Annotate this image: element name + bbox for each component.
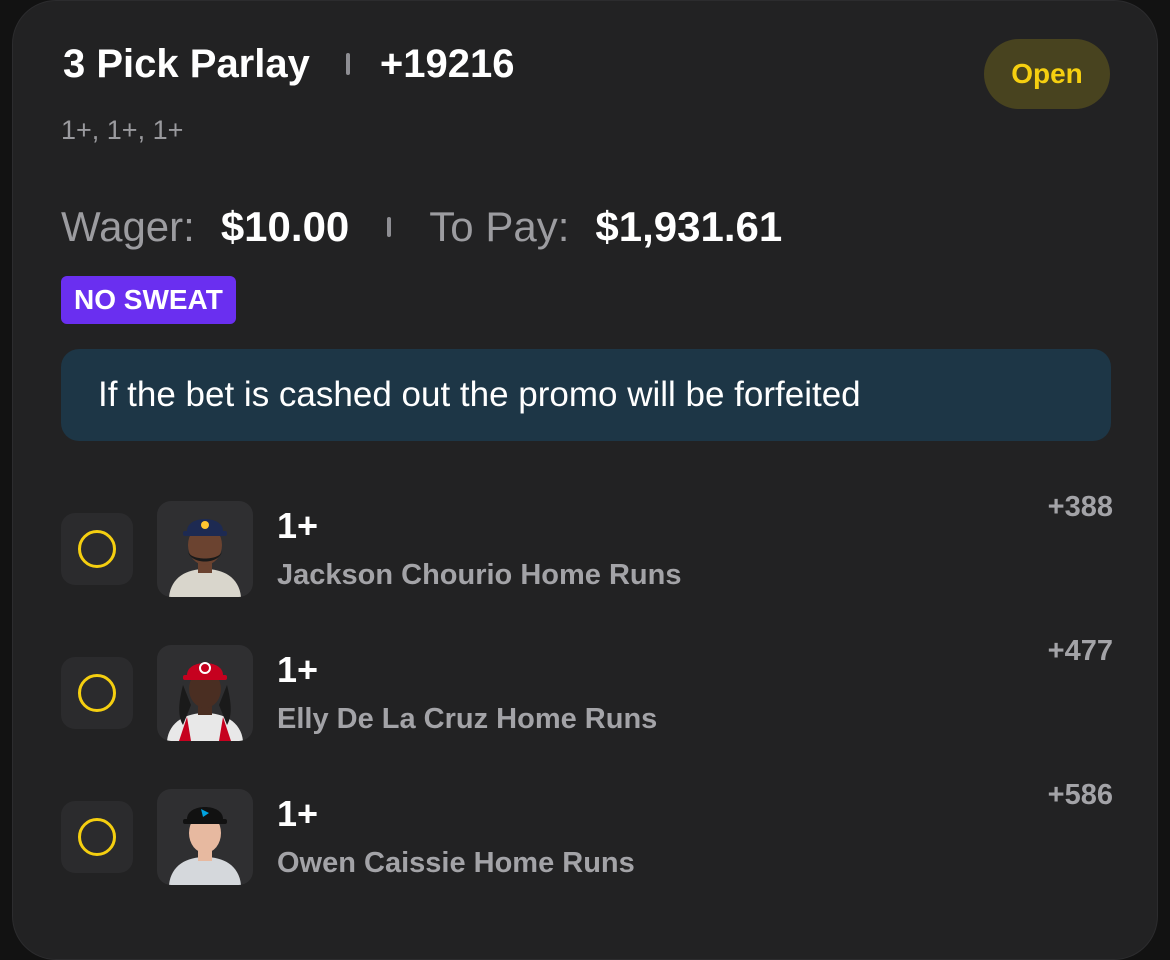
player-avatar xyxy=(157,501,253,597)
to-pay-label: To Pay: xyxy=(429,203,570,250)
bet-header: 3 Pick Parlay +19216 xyxy=(63,39,514,89)
wager-divider xyxy=(387,217,392,237)
wager-value: $10.00 xyxy=(220,203,350,250)
pick-line: 1+ xyxy=(277,505,319,546)
player-avatar xyxy=(157,789,253,885)
selections-summary: 1+, 1+, 1+ xyxy=(61,115,184,145)
pick-status xyxy=(61,801,133,873)
promo-notice: If the bet is cashed out the promo will … xyxy=(61,349,1111,441)
pick-market: Jackson Chourio Home Runs xyxy=(277,559,682,591)
pick-status xyxy=(61,513,133,585)
pick-line: 1+ xyxy=(277,649,319,690)
pick-market: Elly De La Cruz Home Runs xyxy=(277,703,658,735)
player-avatar xyxy=(157,645,253,741)
pending-circle-icon xyxy=(78,530,116,568)
pick-odds: +477 xyxy=(1047,635,1113,667)
pick-row[interactable]: 1+ Elly De La Cruz Home Runs +477 xyxy=(61,635,1113,745)
pick-row[interactable]: 1+ Jackson Chourio Home Runs +388 xyxy=(61,491,1113,601)
pending-circle-icon xyxy=(78,818,116,856)
header-divider xyxy=(345,53,350,75)
pick-status xyxy=(61,657,133,729)
status-badge: Open xyxy=(984,39,1110,109)
player-headshot-icon xyxy=(169,519,241,597)
bet-card[interactable]: 3 Pick Parlay +19216 Open 1+, 1+, 1+ Wag… xyxy=(12,0,1158,960)
pick-line: 1+ xyxy=(277,793,319,834)
pick-odds: +388 xyxy=(1047,491,1113,523)
player-headshot-icon xyxy=(167,662,243,741)
pick-market: Owen Caissie Home Runs xyxy=(277,847,635,879)
total-odds: +19216 xyxy=(379,41,515,86)
pick-row[interactable]: 1+ Owen Caissie Home Runs +586 xyxy=(61,779,1113,889)
pick-odds: +586 xyxy=(1047,779,1113,811)
wager-label: Wager: xyxy=(61,203,195,250)
promo-badge: NO SWEAT xyxy=(61,276,236,324)
wager-row: Wager: $10.00 To Pay: $1,931.61 xyxy=(61,201,782,253)
to-pay-value: $1,931.61 xyxy=(595,203,783,250)
pending-circle-icon xyxy=(78,674,116,712)
player-headshot-icon xyxy=(169,807,241,885)
bet-title: 3 Pick Parlay xyxy=(63,41,310,86)
